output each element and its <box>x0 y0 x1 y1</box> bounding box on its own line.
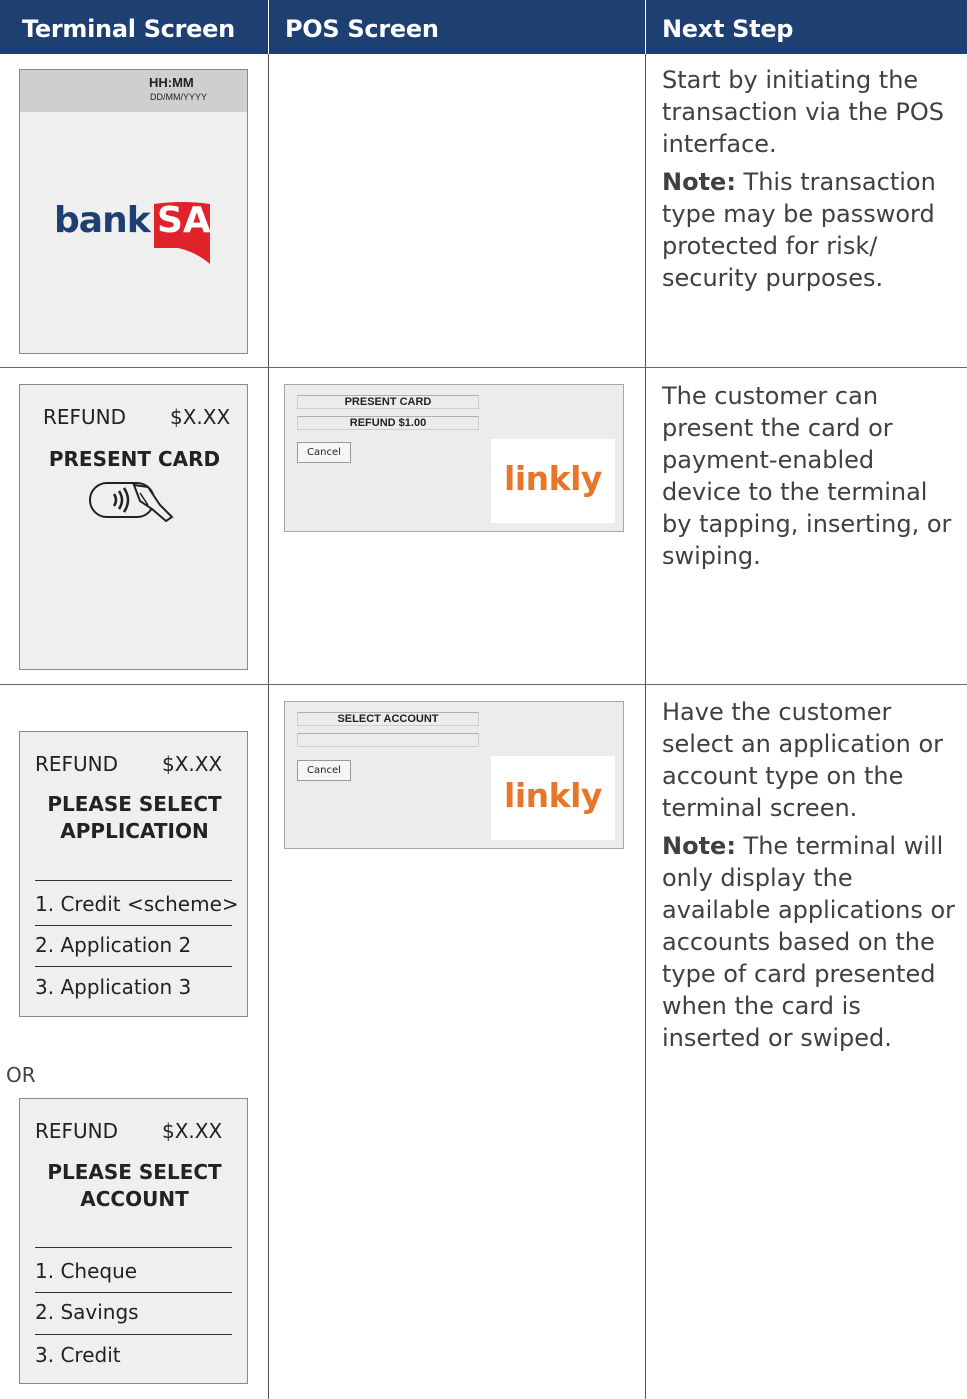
linkly-logo-text: linkly <box>504 776 602 815</box>
header-pos-screen: POS Screen <box>285 15 439 43</box>
terminal-transaction-label: REFUND <box>43 405 127 429</box>
list-divider <box>35 1247 232 1248</box>
step-1-note: Note: This transaction type may be passw… <box>662 166 958 294</box>
terminal-heading: PRESENT CARD <box>48 447 221 471</box>
list-divider <box>35 1292 232 1293</box>
terminal-select-application-screen: REFUND $X.XX PLEASE SELECT APPLICATION 1… <box>19 731 248 1017</box>
pos-select-account-window: SELECT ACCOUNT Cancel linkly <box>284 701 624 849</box>
terminal-present-card-screen: REFUND $X.XX PRESENT CARD <box>19 384 248 670</box>
terminal-heading-line2: APPLICATION <box>60 819 209 843</box>
pos-status-field: PRESENT CARD <box>297 395 479 409</box>
terminal-idle-screen: HH:MM DD/MM/YYYY bank SA <box>19 69 248 354</box>
list-divider <box>35 925 232 926</box>
terminal-option[interactable]: 1. Cheque <box>35 1259 137 1283</box>
header-divider <box>268 0 269 54</box>
pos-cancel-button[interactable]: Cancel <box>297 442 351 463</box>
terminal-transaction-label: REFUND <box>35 1119 119 1143</box>
banksa-logo-text: bank <box>54 200 151 241</box>
pos-secondary-field <box>297 733 479 747</box>
step-1-paragraph: Start by initiating the transaction via … <box>662 66 945 158</box>
pos-present-card-window: PRESENT CARD REFUND $1.00 Cancel linkly <box>284 384 624 532</box>
terminal-option[interactable]: 2. Application 2 <box>35 933 191 957</box>
row-divider <box>0 684 967 685</box>
terminal-option[interactable]: 2. Savings <box>35 1300 139 1324</box>
header-next-step: Next Step <box>662 15 794 43</box>
pos-cancel-button[interactable]: Cancel <box>297 760 351 781</box>
linkly-logo: linkly <box>491 756 615 840</box>
pos-status-field: SELECT ACCOUNT <box>297 712 479 726</box>
note-label: Note: <box>662 168 736 196</box>
terminal-amount: $X.XX <box>162 1119 223 1143</box>
linkly-logo: linkly <box>491 439 615 523</box>
terminal-status-bar <box>20 70 247 112</box>
step-2-text: The customer can present the card or pay… <box>662 380 958 578</box>
or-label: OR <box>6 1063 36 1087</box>
terminal-heading-line2: ACCOUNT <box>80 1187 189 1211</box>
terminal-heading-line1: PLEASE SELECT <box>47 792 222 816</box>
header-divider <box>645 0 646 54</box>
terminal-time: HH:MM <box>149 75 194 90</box>
terminal-option[interactable]: 3. Credit <box>35 1343 121 1367</box>
note-label: Note: <box>662 832 736 860</box>
terminal-option[interactable]: 3. Application 3 <box>35 975 191 999</box>
banksa-logo: bank SA <box>54 200 219 266</box>
terminal-transaction-label: REFUND <box>35 752 119 776</box>
terminal-heading-line1: PLEASE SELECT <box>47 1160 222 1184</box>
terminal-amount: $X.XX <box>170 405 231 429</box>
table-header: Terminal Screen POS Screen Next Step <box>0 0 967 54</box>
list-divider <box>35 1334 232 1335</box>
column-divider <box>268 54 269 1399</box>
terminal-select-account-screen: REFUND $X.XX PLEASE SELECT ACCOUNT 1. Ch… <box>19 1098 248 1384</box>
terminal-option[interactable]: 1. Credit <scheme> <box>35 892 239 916</box>
list-divider <box>35 966 232 967</box>
step-2-paragraph: The customer can present the card or pay… <box>662 382 952 570</box>
row-divider <box>0 367 967 368</box>
list-divider <box>35 880 232 881</box>
terminal-amount: $X.XX <box>162 752 223 776</box>
banksa-logo-sa: SA <box>157 200 211 241</box>
terminal-date: DD/MM/YYYY <box>150 92 208 102</box>
pos-amount-field: REFUND $1.00 <box>297 416 479 430</box>
step-3-paragraph: Have the customer select an application … <box>662 698 944 822</box>
header-terminal-screen: Terminal Screen <box>22 15 235 43</box>
linkly-logo-text: linkly <box>504 459 602 498</box>
step-3-text: Have the customer select an application … <box>662 696 958 1060</box>
column-divider <box>645 54 646 1399</box>
note-text: The terminal will only display the avail… <box>662 832 956 1052</box>
contactless-card-icon <box>89 482 174 523</box>
step-1-text: Start by initiating the transaction via … <box>662 64 958 300</box>
step-3-note: Note: The terminal will only display the… <box>662 830 958 1054</box>
